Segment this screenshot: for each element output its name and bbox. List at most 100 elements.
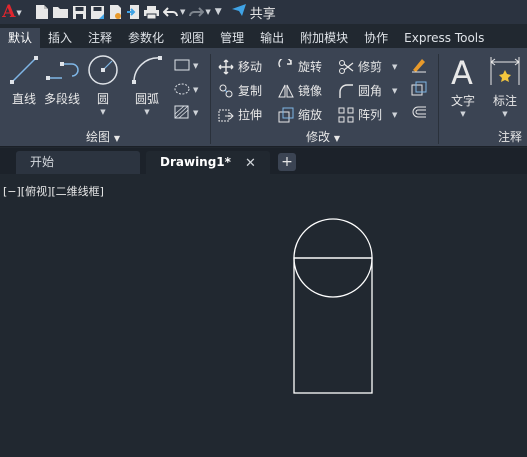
ribbon-tab[interactable]: 协作 [356,28,396,48]
new-file-icon[interactable] [35,2,49,22]
ribbon-tab[interactable]: 注释 [80,28,120,48]
line-button[interactable]: 直线 [8,54,40,107]
move-icon [218,59,234,74]
save-as-icon[interactable] [90,2,105,22]
annotation-panel-title-label: 注释 [498,130,523,144]
chevron-down-icon: ▼ [333,134,340,143]
erase-icon[interactable] [410,56,428,74]
ribbon-tab[interactable]: 插入 [40,28,80,48]
tab-drawing-label: Drawing1* [160,155,231,169]
chevron-down-icon: ▼ [113,134,120,143]
chevron-down-icon: ▼ [392,86,398,95]
circle-button[interactable]: 圆 ▼ [86,54,120,116]
tab-start[interactable]: 开始 [16,151,140,174]
annotation-panel-title[interactable]: 注释 [498,128,522,145]
arc-button[interactable]: 圆弧 ▼ [130,54,164,116]
dimension-button[interactable]: 标注 ▼ [488,54,522,118]
quick-access-toolbar: A ▼ ▼ ▼ ▼ 共享 [0,0,527,24]
hatch-tool-icon[interactable]: ▼ [174,82,200,96]
text-a-icon: A [451,54,473,88]
import-icon[interactable] [126,2,140,22]
explode-icon[interactable] [410,80,428,98]
fillet-button[interactable]: 圆角 ▼ [338,82,397,99]
fillet-label: 圆角 [358,84,383,98]
rotate-button[interactable]: 旋转 [278,58,322,75]
rotate-icon [278,58,292,67]
polyline-label: 多段线 [44,92,81,106]
scissors-icon [339,59,354,74]
arc-label: 圆弧 [134,92,159,106]
ribbon-panel: 直线 多段线 圆 ▼ 圆弧 ▼ ▼ ▼ ▼ 绘图 ▼ 移动 旋转 修剪 ▼ 复制… [0,48,527,147]
move-label: 移动 [238,60,263,74]
trim-button[interactable]: 修剪 ▼ [338,58,397,75]
customize-toolbar-icon[interactable]: ▼ [214,2,222,22]
rotate-label: 旋转 [298,60,323,74]
ribbon-tabs: 默认 插入 注释 参数化 视图 管理 输出 附加模块 协作 Express Tools [0,28,527,48]
modify-panel-title[interactable]: 修改 ▼ [306,128,340,145]
ribbon-tab[interactable]: 输出 [252,28,292,48]
polyline-button[interactable]: 多段线 [44,54,80,107]
chevron-down-icon: ▼ [392,110,398,119]
svg-text:▼: ▼ [193,86,199,94]
chevron-down-icon: ▼ [100,108,106,116]
drawing-geometry[interactable] [0,174,527,457]
print-icon[interactable] [143,2,160,22]
move-button[interactable]: 移动 [218,58,262,75]
rectangle-entity[interactable] [293,257,373,394]
copy-button[interactable]: 复制 [218,82,262,99]
share-button[interactable]: 共享 [231,2,276,22]
rectangle-tool-icon[interactable]: ▼ [174,58,200,72]
save-icon[interactable] [72,2,87,22]
array-label: 阵列 [358,108,383,122]
line-label: 直线 [11,92,36,106]
chevron-down-icon: ▼ [392,62,398,71]
scale-icon [278,107,294,122]
ribbon-tab[interactable]: 默认 [0,28,41,48]
ribbon-tab[interactable]: 附加模块 [292,28,356,48]
new-tab-button[interactable]: + [278,153,296,171]
draw-panel-title-label: 绘图 [86,130,111,144]
open-folder-icon[interactable] [52,2,69,22]
mirror-button[interactable]: 镜像 [278,82,322,99]
circle-icon [88,55,118,85]
array-icon [338,107,354,122]
panel-divider [210,54,211,144]
drawing-canvas[interactable]: [−][俯视][二维线框] [0,174,527,457]
array-button[interactable]: 阵列 ▼ [338,106,397,123]
stretch-icon [218,109,234,121]
gradient-tool-icon[interactable]: ▼ [174,105,200,119]
svg-text:▼: ▼ [193,109,199,117]
stretch-button[interactable]: 拉伸 [218,106,262,123]
copy-icon [219,84,233,97]
text-label: 文字 [450,94,475,108]
chevron-down-icon: ▼ [205,8,211,16]
panel-divider [438,54,439,144]
app-logo-button[interactable]: A ▼ [2,2,22,22]
text-button[interactable]: A 文字 ▼ [446,54,480,118]
file-tabs-bar: 开始 Drawing1* [0,148,527,174]
app-logo: A [2,2,16,22]
modify-panel-title-label: 修改 [306,130,331,144]
close-tab-icon[interactable]: ✕ [245,156,256,171]
chevron-down-icon: ▼ [502,110,508,118]
ribbon-tab[interactable]: Express Tools [396,28,492,48]
plot-to-web-icon[interactable] [108,2,123,22]
fillet-icon [339,83,353,98]
chevron-down-icon: ▼ [460,110,466,118]
scale-button[interactable]: 缩放 [278,106,322,123]
ribbon-tab[interactable]: 参数化 [120,28,172,48]
scale-label: 缩放 [298,108,323,122]
chevron-down-icon: ▼ [180,8,186,16]
paper-plane-icon [231,3,247,21]
draw-panel-title[interactable]: 绘图 ▼ [86,128,120,145]
chevron-down-icon: ▼ [16,7,22,17]
ribbon-tab[interactable]: 视图 [172,28,212,48]
stretch-label: 拉伸 [238,108,263,122]
ribbon-tab[interactable]: 管理 [212,28,252,48]
svg-text:A: A [451,54,473,88]
redo-icon[interactable]: ▼ [188,2,211,22]
undo-icon[interactable]: ▼ [163,2,185,22]
svg-text:▼: ▼ [193,62,199,70]
polyline-icon [46,62,79,80]
offset-icon[interactable] [410,104,428,122]
